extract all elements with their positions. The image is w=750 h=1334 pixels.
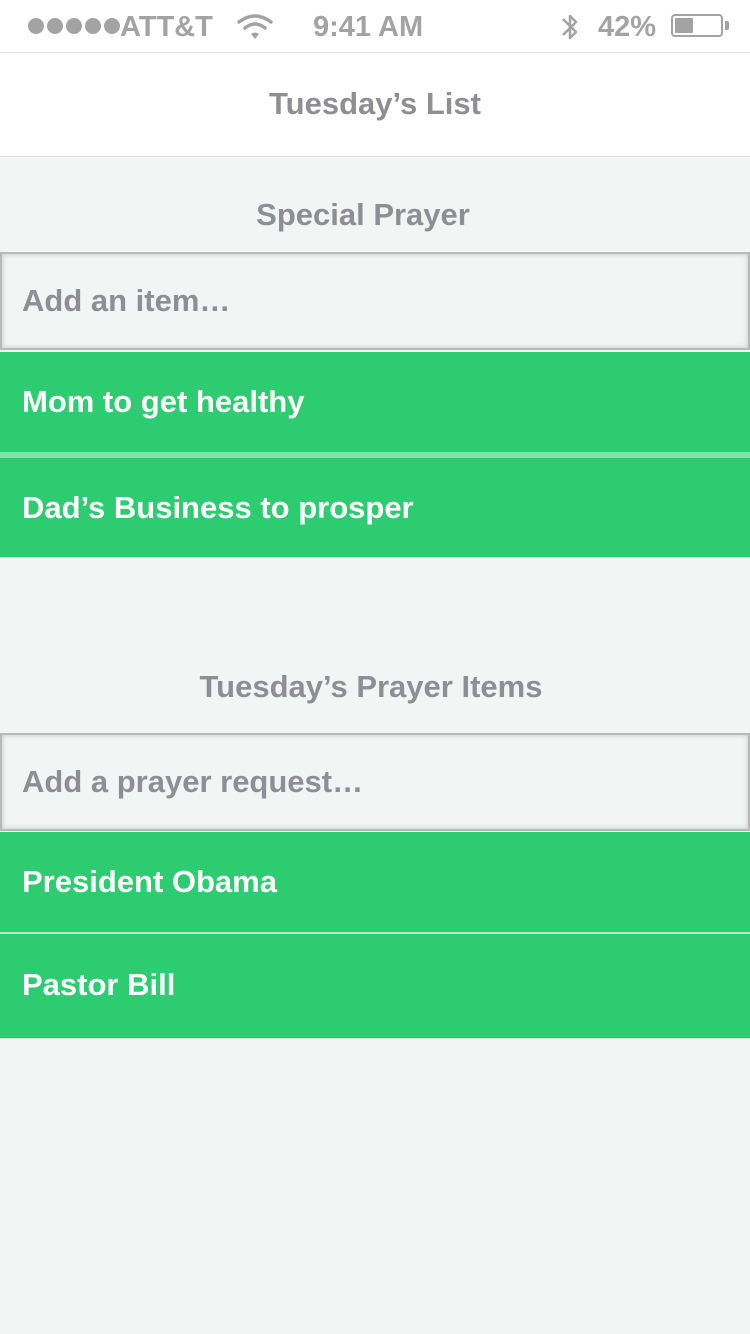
add-item-field <box>0 252 750 350</box>
battery-percent: 42% <box>598 11 657 43</box>
section-title-special-prayer: Special Prayer <box>256 197 470 232</box>
signal-dots-icon <box>28 18 120 34</box>
list-item[interactable]: President Obama <box>0 832 750 934</box>
add-prayer-request-input[interactable] <box>22 735 722 829</box>
wifi-icon <box>237 14 273 39</box>
page-title: Tuesday’s List <box>269 86 481 121</box>
bluetooth-icon <box>562 14 578 40</box>
status-bar: ATT&T 9:41 AM 42% <box>0 0 750 52</box>
battery-tip <box>725 21 729 30</box>
list-item[interactable]: Dad’s Business to prosper <box>0 458 750 558</box>
nav-bar: Tuesday’s List <box>0 52 750 157</box>
battery-icon <box>671 14 723 37</box>
add-prayer-request-field <box>0 733 750 831</box>
list-item[interactable]: Pastor Bill <box>0 934 750 1039</box>
section-title-prayer-items: Tuesday’s Prayer Items <box>199 669 543 704</box>
carrier-label: ATT&T <box>120 11 213 43</box>
clock: 9:41 AM <box>313 11 424 43</box>
list-item[interactable]: Mom to get healthy <box>0 352 750 458</box>
add-item-input[interactable] <box>22 254 722 348</box>
battery-fill <box>675 18 694 33</box>
